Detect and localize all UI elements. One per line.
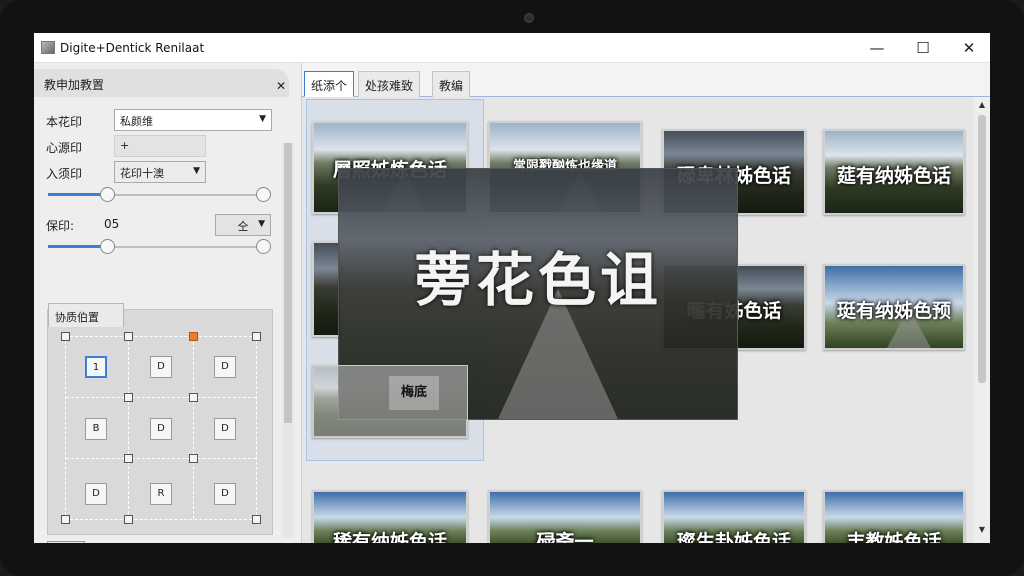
add-value: + — [120, 139, 130, 152]
grid-cell[interactable]: D — [214, 483, 236, 505]
add-field[interactable]: + — [114, 135, 206, 157]
size-slider[interactable] — [48, 237, 271, 257]
thumbnail-caption: 丰教姊色话 — [846, 530, 942, 543]
dropdown-value: 私颜维 — [120, 115, 153, 128]
panel-header: 教申加教置 ✕ — [34, 69, 289, 97]
grid-cell[interactable]: D — [214, 356, 236, 378]
slider-fill — [48, 245, 107, 248]
minimize-button[interactable]: — — [854, 33, 900, 63]
resize-handle[interactable] — [61, 332, 70, 341]
grid-cell[interactable]: 1 — [85, 356, 107, 378]
slider-end-thumb[interactable] — [256, 239, 271, 254]
thumbnail-caption: 莚有纳姊色话 — [836, 164, 951, 187]
scroll-down-icon[interactable]: ▼ — [974, 525, 990, 534]
close-button[interactable]: ✕ — [946, 33, 990, 63]
camera-icon — [524, 13, 534, 23]
title-bar: Digite+Dentick Renilaat — ☐ ✕ — [34, 33, 990, 63]
slider-thumb[interactable] — [100, 187, 115, 202]
resize-handle[interactable] — [61, 515, 70, 524]
resize-handle[interactable] — [189, 393, 198, 402]
size-dropdown[interactable]: 仝 ▼ — [215, 214, 271, 236]
slider-thumb[interactable] — [100, 239, 115, 254]
slider-end-thumb[interactable] — [256, 187, 271, 202]
chevron-down-icon: ▼ — [193, 166, 200, 176]
anchor-handle[interactable] — [189, 332, 198, 341]
grid-line — [193, 337, 194, 519]
thumbnail-card[interactable]: 稀有纳姊色话 — [312, 490, 468, 543]
resize-handle[interactable] — [124, 393, 133, 402]
resize-handle[interactable] — [124, 332, 133, 341]
app-icon — [41, 41, 55, 54]
thumbnail-caption: 璨生卦姊色话 — [676, 530, 791, 543]
maximize-button[interactable]: ☐ — [900, 33, 946, 63]
resize-handle[interactable] — [252, 515, 261, 524]
thumbnail-caption: 稀有纳姊色话 — [332, 530, 447, 543]
thumbnail-image — [314, 243, 340, 335]
grid-cell[interactable]: D — [150, 418, 172, 440]
position-grid: 1 D D B D D D R D — [61, 332, 261, 524]
row-label: 本花印 — [46, 115, 83, 129]
thumbnail-caption: 珽有纳姊色预 — [836, 299, 951, 322]
gallery-scrollbar[interactable]: ▲ ▼ — [974, 97, 990, 543]
grid-cell[interactable]: D — [214, 418, 236, 440]
grid-line — [128, 337, 129, 519]
tab-edit[interactable]: 教编 — [432, 71, 471, 97]
panel-scrollbar[interactable]: ▼ — [282, 143, 294, 538]
row-label: 心源印 — [46, 141, 83, 155]
row-label: 入须印 — [46, 167, 83, 181]
resize-handle[interactable] — [124, 515, 133, 524]
dropdown-value: 花印十澳 — [120, 167, 164, 180]
resize-handle[interactable] — [252, 332, 261, 341]
grid-cell[interactable]: D — [150, 356, 172, 378]
thumbnail-card[interactable]: 珽有纳姊色预 — [823, 264, 965, 350]
tab-templates[interactable]: 纸添个 — [304, 71, 355, 97]
size-button-label: 仝 — [237, 220, 249, 233]
scrollbar-thumb[interactable] — [978, 115, 986, 383]
mode-dropdown[interactable]: 花印十澳 ▼ — [114, 161, 206, 183]
thumbnail-caption: 碌斋一 — [536, 530, 594, 543]
panel-title: 教申加教置 — [44, 78, 105, 92]
grid-cell[interactable]: R — [150, 483, 172, 505]
chevron-down-icon: ▼ — [259, 114, 266, 124]
style-dropdown[interactable]: 私颜维 ▼ — [114, 109, 272, 131]
grid-panel-title: 协质伯置 — [48, 303, 124, 327]
thumbnail-card[interactable]: 璨生卦姊色话 — [662, 490, 806, 543]
panel-close-icon[interactable]: ✕ — [276, 79, 286, 93]
resize-handle[interactable] — [189, 454, 198, 463]
scroll-up-icon[interactable]: ▲ — [974, 100, 990, 109]
size-label: 保印: — [46, 219, 75, 233]
settings-panel: 教申加教置 ✕ 本花印 私颜维 ▼ 心源印 + 入须印 花印十澳 ▼ 保印: 0… — [34, 63, 302, 543]
grid-line — [66, 458, 256, 459]
slider-fill — [48, 193, 107, 196]
tab-bar: 纸添个 处孩难致 教编 — [302, 69, 990, 97]
ghost-label: 梅底 — [389, 376, 439, 410]
app-window: Digite+Dentick Renilaat — ☐ ✕ 教申加教置 ✕ 本花… — [34, 33, 990, 543]
grid-line — [66, 397, 256, 398]
window-title: Digite+Dentick Renilaat — [60, 41, 205, 55]
size-value: 05 — [104, 217, 120, 231]
thumbnail-card[interactable]: 莚有纳姊色话 — [823, 129, 965, 215]
grid-cell[interactable]: B — [85, 418, 107, 440]
thumbnail-card[interactable]: 丰教姊色话 — [823, 490, 965, 543]
overlay-caption: 蒡花色诅 — [413, 246, 662, 314]
thumbnail-card[interactable]: 碌斋一 — [488, 490, 642, 543]
scrollbar-thumb[interactable] — [284, 143, 292, 423]
chevron-down-icon: ▼ — [258, 219, 265, 229]
tab-processing[interactable]: 处孩难致 — [358, 71, 421, 97]
resize-handle[interactable] — [124, 454, 133, 463]
panel-bottom-button[interactable]: 氽 — [47, 541, 85, 543]
opacity-slider[interactable] — [48, 185, 271, 205]
position-grid-panel: 1 D D B D D D R D — [47, 309, 273, 535]
grid-cell[interactable]: D — [85, 483, 107, 505]
